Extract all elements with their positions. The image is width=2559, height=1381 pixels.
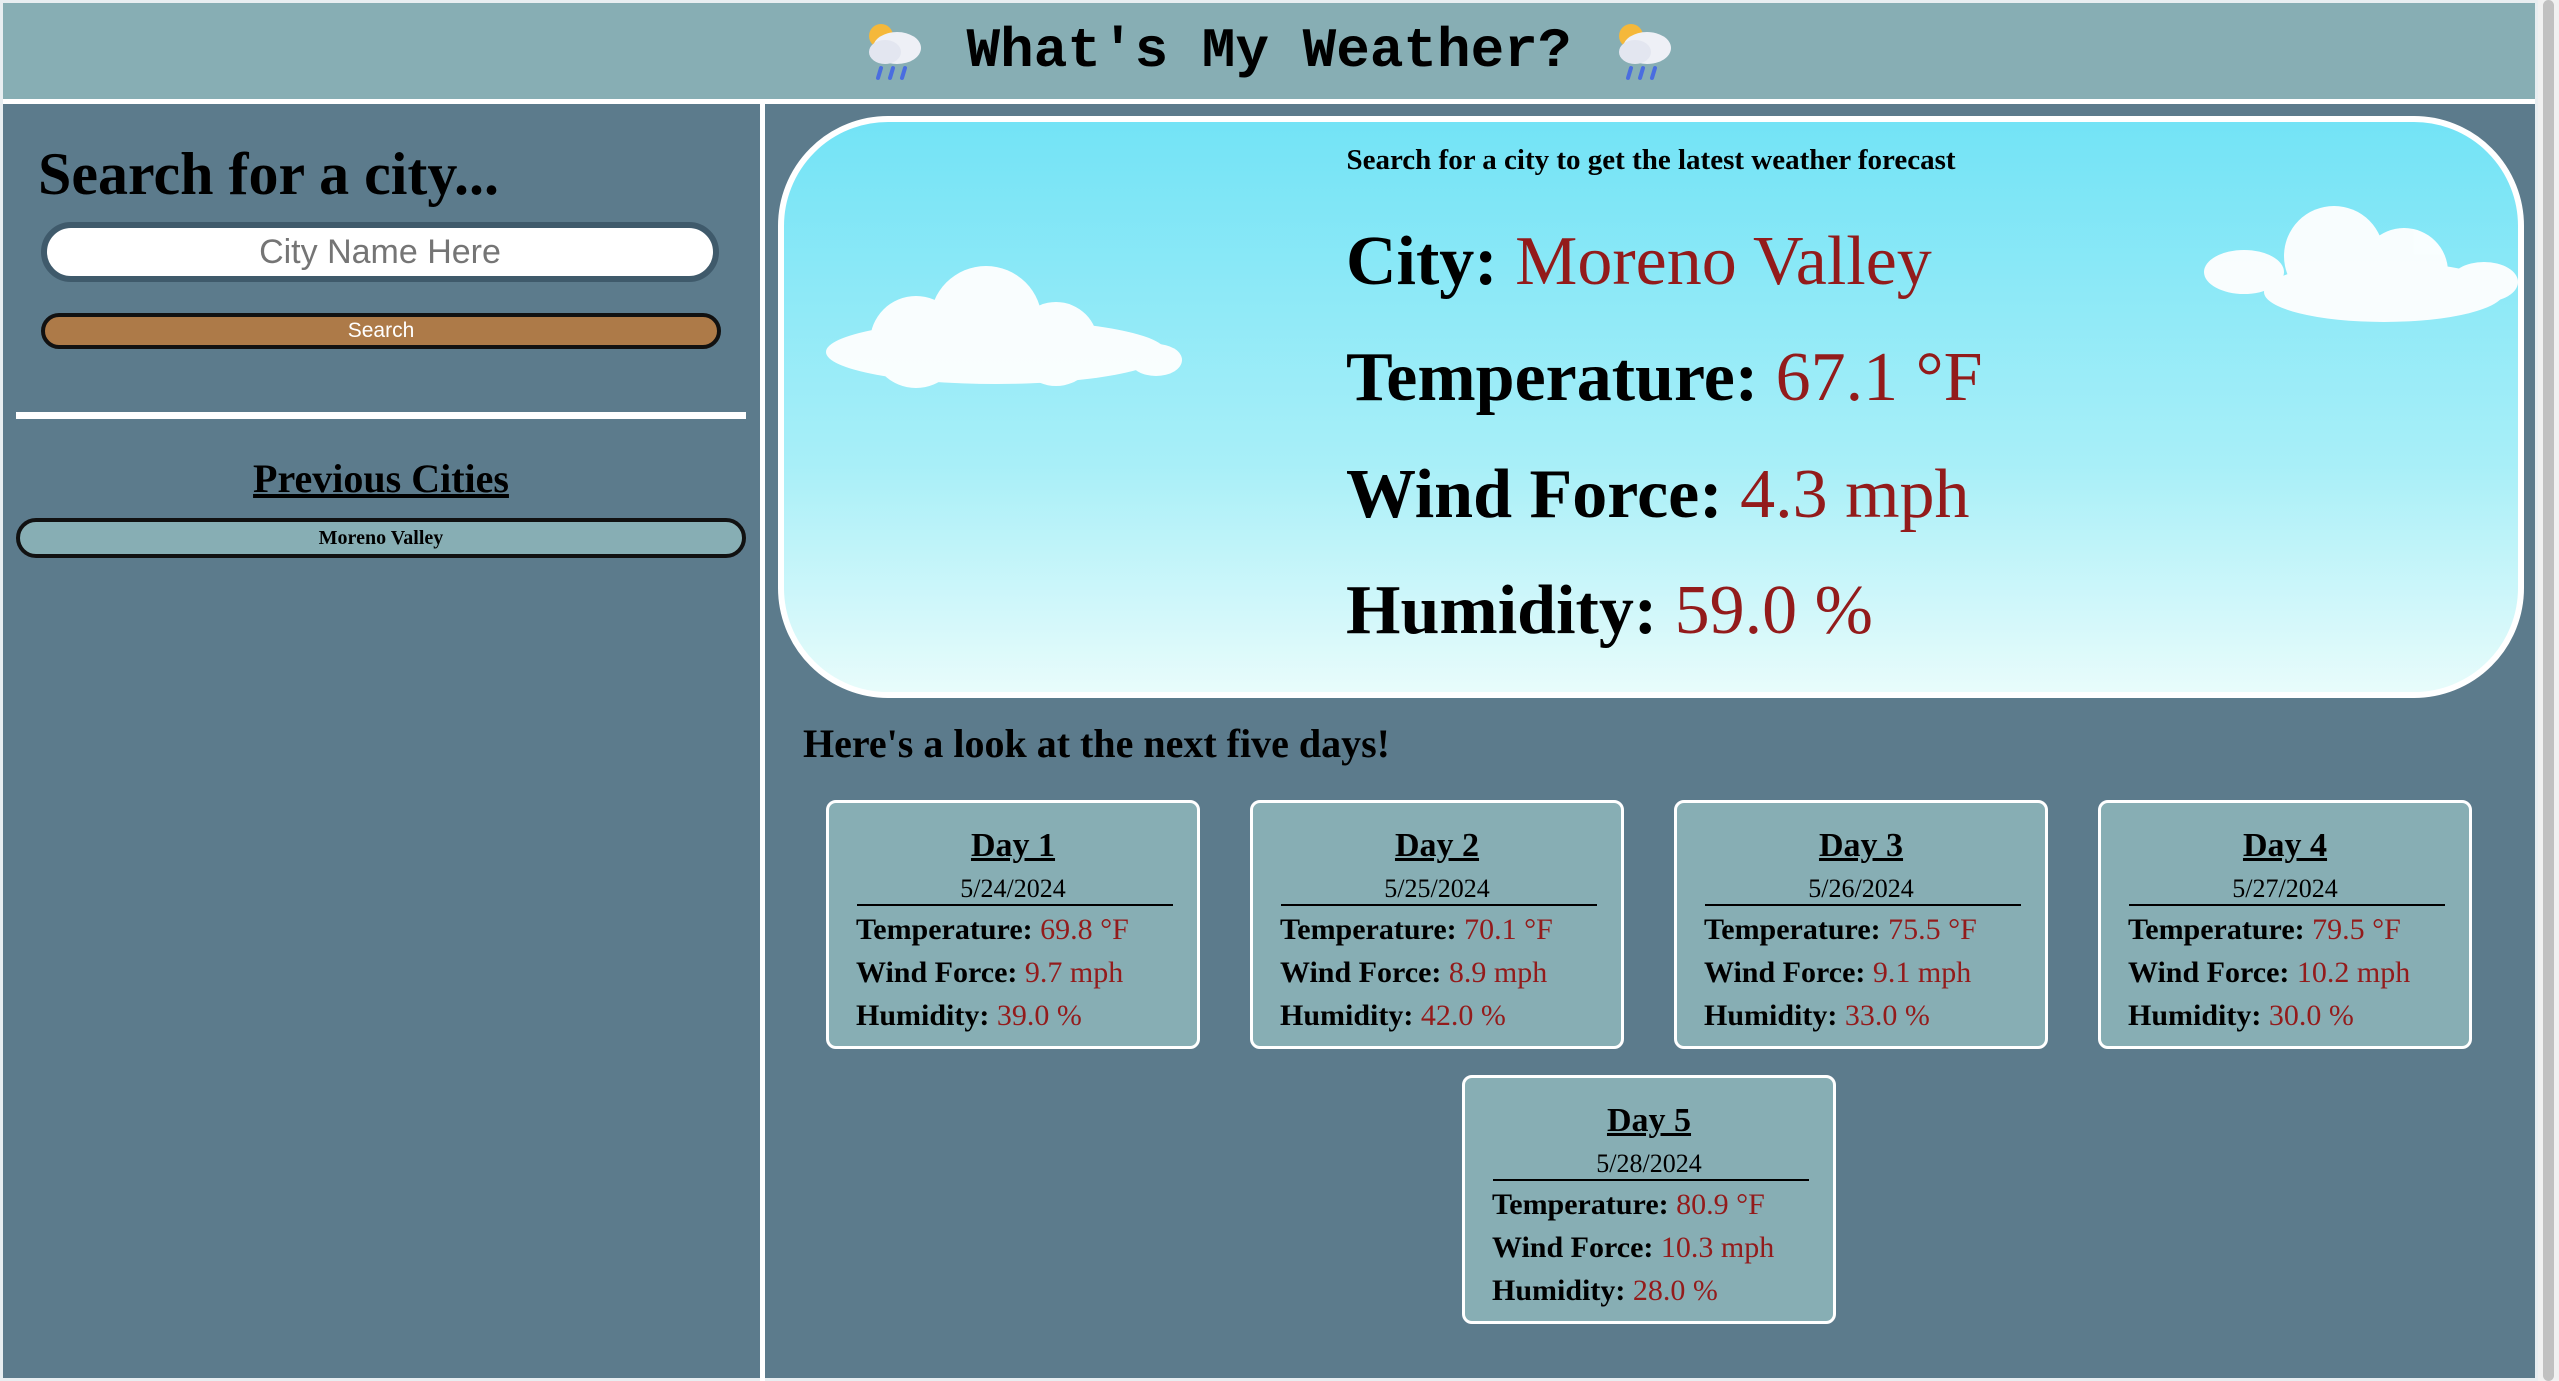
day-divider — [1281, 904, 1597, 906]
forecast-day-card: Day 4 5/27/2024 Temperature: 79.5 °F Wind F… — [2098, 800, 2472, 1049]
day-humidity-label: Humidity: — [1704, 999, 1838, 1032]
day-humidity-value: 39.0 % — [996, 999, 1082, 1032]
day-temp-value: 70.1 °F — [1464, 913, 1553, 946]
day-temp-value: 79.5 °F — [2312, 913, 2401, 946]
day-wind-label: Wind Force: — [856, 956, 1018, 989]
day-date: 5/27/2024 — [2232, 874, 2338, 903]
previous-city-button[interactable]: Moreno Valley — [16, 518, 746, 558]
day-date: 5/26/2024 — [1808, 874, 1914, 903]
day-humidity-value: 33.0 % — [1844, 999, 1930, 1032]
day-wind-label: Wind Force: — [1492, 1231, 1654, 1264]
day-date: 5/25/2024 — [1384, 874, 1490, 903]
day-wind-label: Wind Force: — [2128, 956, 2290, 989]
day-humidity-row: Humidity: 28.0 % — [1492, 1274, 1718, 1308]
forecast-day-card: Day 5 5/28/2024 Temperature: 80.9 °F Wind F… — [1462, 1075, 1836, 1324]
day-temp-row: Temperature: 75.5 °F — [1704, 913, 1977, 947]
current-temp-row: Temperature: 67.1 °F — [1346, 338, 1983, 418]
day-date: 5/24/2024 — [960, 874, 1066, 903]
day-title: Day 2 — [1394, 827, 1480, 864]
day-wind-row: Wind Force: 10.2 mph — [2128, 956, 2410, 990]
day-wind-value: 10.3 mph — [1660, 1231, 1775, 1264]
day-temp-value: 75.5 °F — [1888, 913, 1977, 946]
city-search-input[interactable] — [41, 222, 719, 282]
cloud-icon — [826, 266, 1182, 388]
app-title: What's My Weather? — [966, 19, 1572, 83]
previous-cities-heading: Previous Cities — [253, 456, 509, 501]
day-title: Day 1 — [970, 827, 1056, 864]
forecast-title: Here's a look at the next five days! — [803, 721, 1390, 766]
day-humidity-label: Humidity: — [856, 999, 990, 1032]
day-temp-label: Temperature: — [1280, 913, 1457, 946]
search-button[interactable]: Search — [41, 313, 721, 349]
search-heading: Search for a city... — [38, 141, 500, 207]
current-wind-row: Wind Force: 4.3 mph — [1346, 455, 1970, 535]
forecast-day-card: Day 2 5/25/2024 Temperature: 70.1 °F Wind F… — [1250, 800, 1624, 1049]
day-temp-label: Temperature: — [856, 913, 1033, 946]
city-label: City: — [1346, 223, 1498, 300]
scrollbar[interactable] — [2538, 0, 2559, 1381]
temp-label: Temperature: — [1346, 339, 1759, 416]
day-wind-row: Wind Force: 9.1 mph — [1704, 956, 1971, 990]
day-temp-label: Temperature: — [2128, 913, 2305, 946]
sidebar — [3, 104, 765, 1381]
wind-label: Wind Force: — [1346, 456, 1723, 533]
day-divider — [857, 904, 1173, 906]
day-temp-value: 69.8 °F — [1040, 913, 1129, 946]
day-temp-row: Temperature: 70.1 °F — [1280, 913, 1553, 947]
day-wind-value: 8.9 mph — [1448, 956, 1548, 989]
day-wind-row: Wind Force: 8.9 mph — [1280, 956, 1547, 990]
day-temp-row: Temperature: 80.9 °F — [1492, 1188, 1765, 1222]
current-subtitle: Search for a city to get the latest weat… — [1346, 144, 1956, 176]
day-wind-value: 10.2 mph — [2296, 956, 2411, 989]
day-wind-row: Wind Force: 9.7 mph — [856, 956, 1123, 990]
day-humidity-value: 30.0 % — [2268, 999, 2354, 1032]
day-humidity-label: Humidity: — [2128, 999, 2262, 1032]
current-city-row: City: Moreno Valley — [1346, 222, 1932, 302]
day-wind-label: Wind Force: — [1704, 956, 1866, 989]
day-wind-value: 9.7 mph — [1024, 956, 1124, 989]
day-divider — [1705, 904, 2021, 906]
day-humidity-row: Humidity: 42.0 % — [1280, 999, 1506, 1033]
day-wind-label: Wind Force: — [1280, 956, 1442, 989]
day-temp-label: Temperature: — [1492, 1188, 1669, 1221]
day-divider — [2129, 904, 2445, 906]
day-humidity-row: Humidity: 33.0 % — [1704, 999, 1930, 1033]
day-temp-row: Temperature: 69.8 °F — [856, 913, 1129, 947]
day-title: Day 4 — [2242, 827, 2328, 864]
cloud-icon — [2204, 206, 2518, 322]
current-weather-panel: Search for a city to get the latest weat… — [778, 116, 2524, 698]
day-humidity-label: Humidity: — [1492, 1274, 1626, 1307]
app-header: What's My Weather? — [3, 3, 2535, 104]
day-temp-label: Temperature: — [1704, 913, 1881, 946]
rain-cloud-icon — [1619, 24, 1672, 80]
day-wind-row: Wind Force: 10.3 mph — [1492, 1231, 1774, 1265]
humidity-label: Humidity: — [1346, 572, 1658, 649]
day-humidity-value: 42.0 % — [1420, 999, 1506, 1032]
scrollbar-thumb[interactable] — [2543, 0, 2554, 1381]
rain-cloud-icon — [868, 24, 921, 80]
city-value: Moreno Valley — [1515, 223, 1932, 300]
forecast-day-card: Day 3 5/26/2024 Temperature: 75.5 °F Wind F… — [1674, 800, 2048, 1049]
forecast-day-card: Day 1 5/24/2024 Temperature: 69.8 °F Wind F… — [826, 800, 1200, 1049]
sidebar-divider — [16, 412, 746, 419]
temp-value: 67.1 °F — [1775, 339, 1983, 416]
day-title: Day 3 — [1818, 827, 1904, 864]
day-date: 5/28/2024 — [1596, 1149, 1702, 1178]
humidity-value: 59.0 % — [1674, 572, 1873, 649]
day-divider — [1493, 1179, 1809, 1181]
day-humidity-value: 28.0 % — [1632, 1274, 1718, 1307]
wind-value: 4.3 mph — [1740, 456, 1970, 533]
current-humidity-row: Humidity: 59.0 % — [1346, 571, 1873, 651]
day-temp-value: 80.9 °F — [1676, 1188, 1765, 1221]
day-humidity-label: Humidity: — [1280, 999, 1414, 1032]
day-wind-value: 9.1 mph — [1872, 956, 1972, 989]
day-humidity-row: Humidity: 39.0 % — [856, 999, 1082, 1033]
day-title: Day 5 — [1606, 1102, 1692, 1139]
day-humidity-row: Humidity: 30.0 % — [2128, 999, 2354, 1033]
day-temp-row: Temperature: 79.5 °F — [2128, 913, 2401, 947]
